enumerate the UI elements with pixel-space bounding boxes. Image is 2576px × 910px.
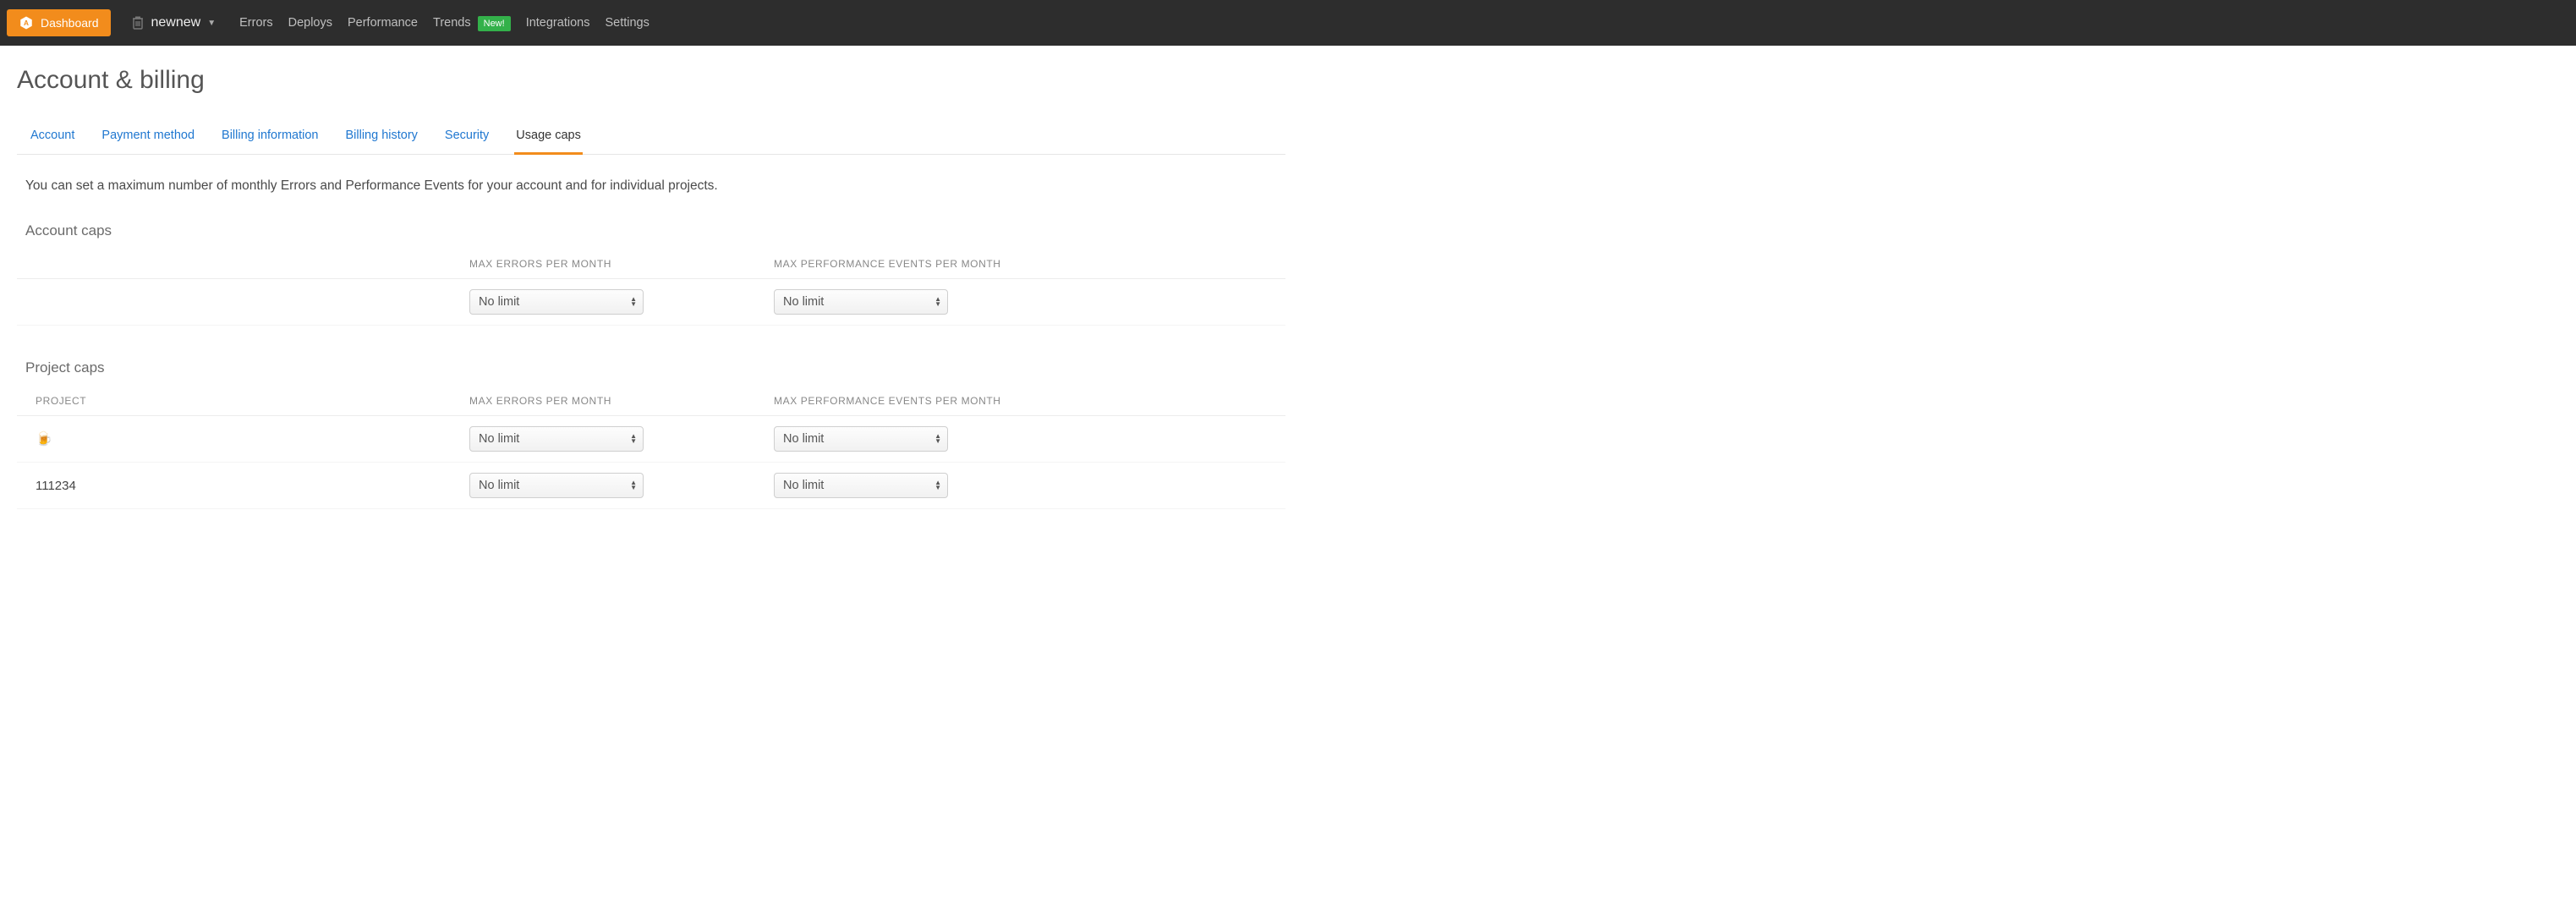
nav-deploys[interactable]: Deploys: [288, 16, 332, 30]
account-perf-select[interactable]: No limit: [774, 289, 948, 315]
project-caps-row: 111234 No limit ▲▼ No limit ▲▼: [17, 463, 1285, 509]
project0-perf-select[interactable]: No limit: [774, 426, 948, 452]
section-heading-account: Account caps: [17, 222, 1285, 239]
section-heading-project: Project caps: [17, 359, 1285, 376]
project-name-cell: 111234: [17, 463, 461, 509]
account-col-blank: [17, 251, 461, 279]
topbar: A Dashboard newnew ▼ Errors Deploys Perf…: [0, 0, 2576, 46]
page-title: Account & billing: [17, 66, 1285, 95]
tab-billing-history[interactable]: Billing history: [343, 120, 419, 155]
project-col-errors: MAX ERRORS PER MONTH: [461, 388, 765, 416]
tab-usage-caps[interactable]: Usage caps: [514, 120, 583, 155]
account-col-perf: MAX PERFORMANCE EVENTS PER MONTH: [765, 251, 1285, 279]
dashboard-hex-icon: A: [19, 15, 34, 30]
project-caps-row: 🍺 No limit ▲▼ No limit ▲▼: [17, 416, 1285, 463]
project1-errors-select[interactable]: No limit: [469, 473, 644, 498]
intro-text: You can set a maximum number of monthly …: [17, 178, 1285, 194]
project1-perf-select-wrap: No limit ▲▼: [774, 473, 948, 498]
project-col-project: PROJECT: [17, 388, 461, 416]
project0-errors-select-wrap: No limit ▲▼: [469, 426, 644, 452]
chevron-down-icon: ▼: [207, 19, 216, 28]
topbar-nav: Errors Deploys Performance Trends New! I…: [239, 16, 649, 30]
trash-icon: [131, 15, 145, 30]
account-caps-row: No limit ▲▼ No limit ▲▼: [17, 279, 1285, 326]
nav-trends-label: Trends: [433, 16, 471, 30]
account-errors-select[interactable]: No limit: [469, 289, 644, 315]
nav-performance[interactable]: Performance: [348, 16, 418, 30]
nav-errors[interactable]: Errors: [239, 16, 272, 30]
project-caps-table: PROJECT MAX ERRORS PER MONTH MAX PERFORM…: [17, 388, 1285, 509]
tabs: Account Payment method Billing informati…: [17, 120, 1285, 155]
project-col-perf: MAX PERFORMANCE EVENTS PER MONTH: [765, 388, 1285, 416]
new-badge: New!: [478, 16, 511, 31]
project-switcher[interactable]: newnew ▼: [131, 15, 216, 30]
project0-errors-select[interactable]: No limit: [469, 426, 644, 452]
account-perf-select-wrap: No limit ▲▼: [774, 289, 948, 315]
account-col-errors: MAX ERRORS PER MONTH: [461, 251, 765, 279]
nav-trends[interactable]: Trends New!: [433, 16, 511, 30]
project-icon-beer: 🍺: [36, 432, 52, 447]
account-caps-table: MAX ERRORS PER MONTH MAX PERFORMANCE EVE…: [17, 251, 1285, 326]
tab-account[interactable]: Account: [29, 120, 76, 155]
page-body: Account & billing Account Payment method…: [0, 46, 1302, 577]
project1-perf-select[interactable]: No limit: [774, 473, 948, 498]
nav-settings[interactable]: Settings: [605, 16, 649, 30]
nav-integrations[interactable]: Integrations: [526, 16, 590, 30]
tab-security[interactable]: Security: [443, 120, 491, 155]
svg-text:A: A: [24, 19, 29, 27]
tab-billing-information[interactable]: Billing information: [220, 120, 320, 155]
project-name: newnew: [151, 15, 201, 30]
project0-perf-select-wrap: No limit ▲▼: [774, 426, 948, 452]
project1-errors-select-wrap: No limit ▲▼: [469, 473, 644, 498]
account-errors-select-wrap: No limit ▲▼: [469, 289, 644, 315]
dashboard-label: Dashboard: [41, 16, 99, 30]
tab-payment-method[interactable]: Payment method: [100, 120, 196, 155]
dashboard-button[interactable]: A Dashboard: [7, 9, 111, 36]
